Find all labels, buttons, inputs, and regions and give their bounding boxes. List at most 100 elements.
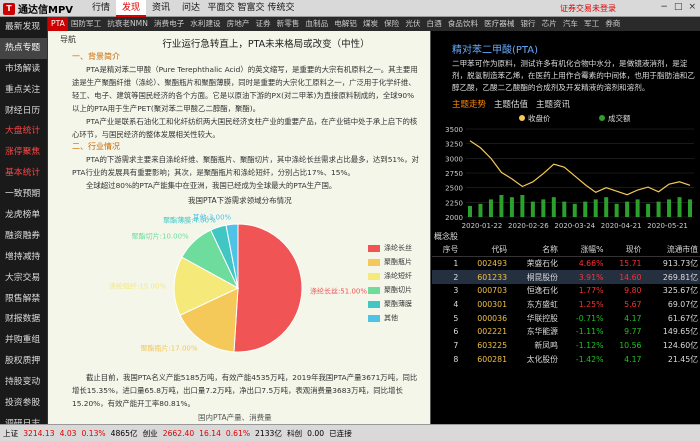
topic-tab[interactable]: 银行 [517, 17, 538, 31]
left-nav-item[interactable]: 限售解禁 [0, 289, 47, 310]
pie-legend: 涤纶长丝 聚酯瓶片 涤纶短纤 聚酯切片 聚酯薄膜 其他 [368, 241, 412, 325]
table-row[interactable]: 8 600281 太化股份 -1.42% 4.17 21.45亿 [432, 353, 700, 367]
legend-swatch [368, 272, 380, 280]
y-tick-label: 2500 [445, 185, 463, 193]
legend-swatch [368, 286, 380, 294]
table-cell: 10.56 [619, 341, 642, 351]
y-tick-label: 2750 [445, 170, 463, 178]
topic-tab[interactable]: 白酒 [424, 17, 445, 31]
left-nav-item[interactable]: 持股变动 [0, 372, 47, 393]
topic-tab[interactable]: 券商 [602, 17, 623, 31]
table-cell: 1 [453, 259, 459, 269]
y-tick-label: 3500 [445, 126, 463, 134]
status-item: 0.61% [225, 428, 251, 438]
left-nav-item[interactable]: 大盘统计 [0, 121, 47, 142]
volume-bar [593, 199, 598, 217]
article-nav-item[interactable]: 导航 [60, 34, 76, 45]
table-header-cell[interactable]: 流通市值 [643, 243, 700, 258]
top-menu-item[interactable]: 资讯 [146, 0, 176, 17]
volume-bar [488, 199, 493, 217]
left-nav-item[interactable]: 投资参股 [0, 393, 47, 414]
table-header-cell[interactable]: 名称 [509, 243, 560, 258]
paragraph-4: 全球超过80%的PTA产能集中在亚洲，我国已经成为全球最大的PTA生产国。 [86, 181, 337, 190]
left-nav-item[interactable]: 大宗交易 [0, 268, 47, 289]
table-row[interactable]: 2 601233 桐昆股份 3.91% 14.60 269.81亿 [432, 270, 700, 285]
table-header-cell[interactable]: 现价 [605, 243, 644, 258]
table-row[interactable]: 5 000036 华联控股 -0.71% 4.17 61.67亿 [432, 311, 700, 325]
left-nav-item[interactable]: 股权质押 [0, 351, 47, 372]
topic-tab[interactable]: 新零售 [274, 17, 303, 31]
topic-tab[interactable]: 国防军工 [68, 17, 104, 31]
left-nav-item[interactable]: 最新发现 [0, 17, 47, 38]
table-row[interactable]: 7 603225 新凤鸣 -1.12% 10.56 124.60亿 [432, 339, 700, 353]
close-icon[interactable]: × [688, 2, 696, 12]
left-nav-item[interactable]: 财报数据 [0, 309, 47, 330]
left-nav-item[interactable]: 涨停聚焦 [0, 142, 47, 163]
table-row[interactable]: 4 000301 东方盛虹 1.25% 5.67 69.07亿 [432, 298, 700, 312]
x-tick-label: 2020-01-22 [462, 222, 503, 230]
table-header-cell[interactable]: 涨幅% [559, 243, 606, 258]
top-menu-item[interactable]: 行情 [86, 0, 116, 17]
table-row[interactable]: 6 002221 东华能源 -1.11% 9.77 149.65亿 [432, 325, 700, 339]
minimize-icon[interactable]: − [660, 2, 668, 12]
table-cell: 东方盛虹 [526, 300, 558, 310]
y-tick-label: 2250 [445, 199, 463, 207]
topic-tab[interactable]: 煤炭 [360, 17, 381, 31]
left-nav-item[interactable]: 并购重组 [0, 330, 47, 351]
topic-tab[interactable]: 证券 [252, 17, 273, 31]
table-cell: 9.80 [624, 286, 642, 296]
topic-tab[interactable]: 光伏 [402, 17, 423, 31]
pie-data-label: 聚酯瓶片:17.00% [140, 344, 197, 353]
topic-title: 精对苯二甲酸(PTA) [452, 45, 539, 56]
table-header-cell[interactable]: 序号 [432, 243, 461, 258]
left-nav-item[interactable]: 财经日历 [0, 101, 47, 122]
top-menu-item[interactable]: 平面交易 [206, 0, 236, 30]
left-nav-item[interactable]: 增持减持 [0, 247, 47, 268]
top-menu-item[interactable]: 发现 [116, 0, 146, 17]
top-menu-item[interactable]: 传统交易 [266, 0, 296, 30]
left-nav-item[interactable]: 重点关注 [0, 80, 47, 101]
topic-tab[interactable]: 汽车 [560, 17, 581, 31]
topic-tab[interactable]: 房地产 [224, 17, 253, 31]
pie-data-label: 聚酯切片:10.00% [132, 232, 189, 241]
table-row[interactable]: 1 002493 荣盛石化 4.66% 15.71 913.73亿 [432, 257, 700, 271]
topic-tab[interactable]: 消费电子 [151, 17, 187, 31]
pie-slice [233, 223, 303, 353]
status-item: 2133亿 [255, 428, 282, 438]
topic-tab[interactable]: 抗衰老NMN [104, 17, 151, 31]
table-header-cell[interactable]: 代码 [460, 243, 510, 258]
title-bar: T 通达信MPV 行情发现资讯问达平面交易智富交易传统交易 证券交易未登录 − … [0, 0, 700, 30]
top-menu-item[interactable]: 智富交易 [236, 0, 266, 30]
legend-label: 涤纶短纤 [384, 272, 412, 280]
topic-tab[interactable]: 血制品 [302, 17, 331, 31]
section-heading-2: 二、行业情况 [72, 142, 120, 151]
topic-tab[interactable]: PTA [48, 17, 68, 31]
topic-tab[interactable]: 芯片 [539, 17, 560, 31]
topic-tab[interactable]: 水利建设 [187, 17, 223, 31]
status-item: 3214.13 [23, 428, 55, 438]
topic-tab[interactable]: 食品饮料 [445, 17, 481, 31]
table-cell: 4.17 [624, 313, 642, 323]
table-row[interactable]: 3 000703 恒逸石化 1.77% 9.80 325.67亿 [432, 284, 700, 298]
top-menu-item[interactable]: 问达 [176, 0, 206, 17]
login-status-link[interactable]: 证券交易未登录 [560, 2, 616, 15]
table-cell: 000301 [477, 300, 508, 310]
left-nav-item[interactable]: 基本统计 [0, 163, 47, 184]
table-cell: 21.45亿 [667, 354, 698, 364]
maximize-icon[interactable]: □ [674, 2, 683, 12]
left-nav-item[interactable]: 融资融券 [0, 226, 47, 247]
topic-tab[interactable]: 电解铝 [331, 17, 360, 31]
left-nav-item[interactable]: 龙虎榜单 [0, 205, 47, 226]
topic-tab[interactable]: 保险 [381, 17, 402, 31]
chart-legend-label: 成交额 [608, 113, 631, 123]
status-item: 创业 [142, 428, 158, 438]
left-nav-item[interactable]: 市场解读 [0, 59, 47, 80]
status-item: 4.03 [59, 428, 77, 438]
topic-tab[interactable]: 医疗器械 [481, 17, 517, 31]
table-cell: 000703 [477, 286, 508, 296]
topic-tab[interactable]: 军工 [581, 17, 602, 31]
left-nav-item[interactable]: 一致预期 [0, 184, 47, 205]
window-controls: − □ × [660, 2, 696, 12]
paragraph-1: PTA是精对苯二甲酸（Pure Terephthalic Acid）的英文缩写，… [72, 65, 418, 113]
left-nav-item[interactable]: 热点专题 [0, 37, 47, 59]
